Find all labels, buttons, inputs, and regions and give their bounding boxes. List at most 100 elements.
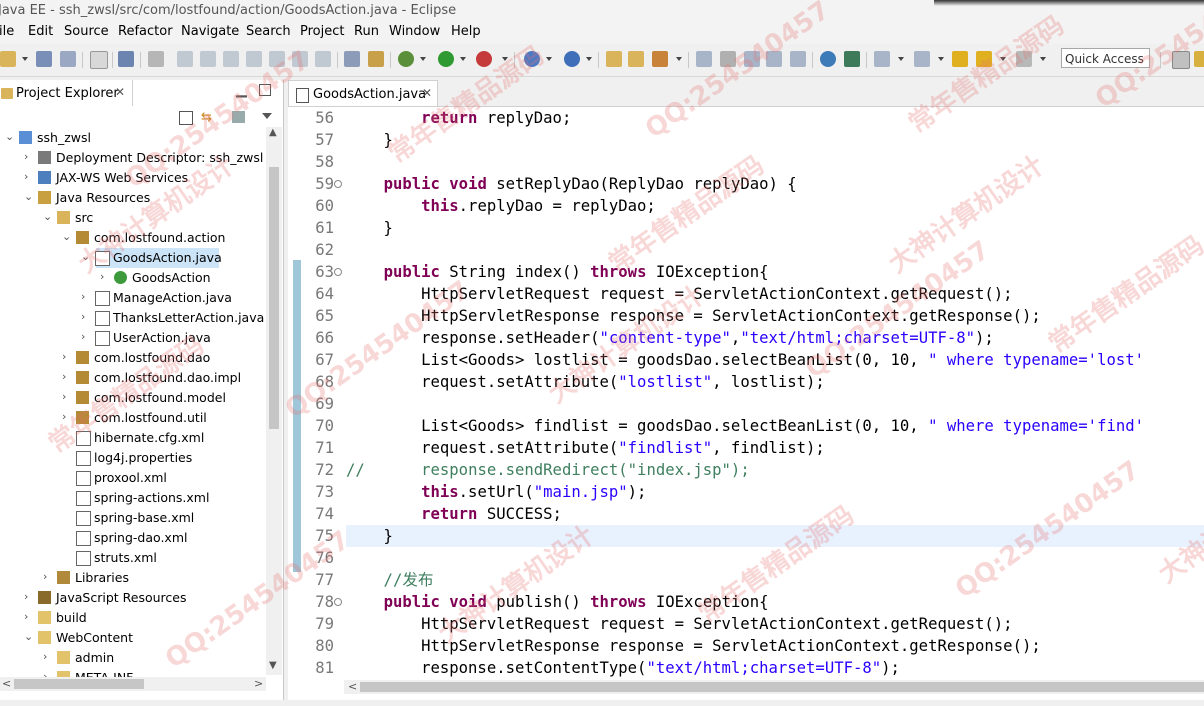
chevron-down-icon[interactable]: ⌄ <box>62 230 72 243</box>
code-line[interactable]: public void publish() throws IOException… <box>346 591 769 613</box>
run-icon[interactable] <box>438 51 454 67</box>
chevron-right-icon[interactable]: › <box>100 270 110 283</box>
tree-item[interactable]: hibernate.cfg.xml <box>0 428 266 448</box>
last-edit-location-icon[interactable] <box>952 51 968 67</box>
code-line[interactable]: request.setAttribute("findlist", findlis… <box>346 437 825 459</box>
menu-refactor[interactable]: Refactor <box>118 24 173 39</box>
menu-search[interactable]: Search <box>246 24 291 39</box>
tree-item[interactable]: struts.xml <box>0 548 266 568</box>
chevron-down-icon[interactable] <box>420 57 426 61</box>
tree-item[interactable]: › JavaScript Resources <box>0 588 266 608</box>
chevron-right-icon[interactable]: › <box>24 590 34 603</box>
menu-run[interactable]: Run <box>354 24 379 39</box>
code-line[interactable]: public String index() throws IOException… <box>346 261 769 283</box>
menu-window[interactable]: Window <box>389 24 440 39</box>
chevron-right-icon[interactable]: › <box>81 310 91 323</box>
code-line[interactable]: request.setAttribute("lostlist", lostlis… <box>346 371 825 393</box>
editor-hscroll-thumb[interactable] <box>360 682 1204 692</box>
toggle-mark-occurrences-icon[interactable] <box>696 51 712 67</box>
menu-source[interactable]: Source <box>64 24 109 39</box>
explorer-hscroll-thumb[interactable] <box>14 679 144 689</box>
tree-item[interactable]: ⌄ Java Resources <box>0 188 266 208</box>
drop-to-frame-icon[interactable] <box>344 51 360 67</box>
chevron-down-icon[interactable]: ⌄ <box>24 190 34 203</box>
block-selection-icon[interactable] <box>744 51 760 67</box>
tree-item[interactable]: › ManageAction.java <box>0 288 266 308</box>
tree-item[interactable]: › GoodsAction <box>0 268 266 288</box>
link-with-editor-icon[interactable]: ⇆ <box>201 110 212 125</box>
code-line[interactable]: return replyDao; <box>346 107 571 129</box>
chevron-right-icon[interactable]: › <box>24 170 34 183</box>
view-menu-icon[interactable] <box>262 113 272 119</box>
menu-edit[interactable]: Edit <box>28 24 53 39</box>
explorer-horizontal-scrollbar[interactable]: < > <box>0 677 266 691</box>
save-all-icon[interactable] <box>60 51 76 67</box>
minimize-icon[interactable]: ▁ <box>236 82 247 98</box>
chevron-left-icon[interactable]: < <box>2 677 11 690</box>
forward-icon[interactable] <box>1016 51 1032 67</box>
console-icon[interactable] <box>118 51 134 67</box>
terminate-icon[interactable] <box>223 51 239 67</box>
code-line[interactable]: return SUCCESS; <box>346 503 562 525</box>
chevron-right-icon[interactable]: › <box>24 150 34 163</box>
maximize-icon[interactable] <box>259 84 271 96</box>
suspend-icon[interactable] <box>200 51 216 67</box>
open-resource-icon[interactable] <box>628 51 644 67</box>
chevron-right-icon[interactable]: › <box>62 350 72 363</box>
chevron-down-icon[interactable]: ⌄ <box>24 630 34 643</box>
chevron-right-icon[interactable]: › <box>62 370 72 383</box>
tree-item[interactable]: proxool.xml <box>0 468 266 488</box>
chevron-down-icon[interactable] <box>502 57 508 61</box>
quick-access-input[interactable]: Quick Access <box>1061 48 1150 68</box>
chevron-down-icon[interactable]: ⌄ <box>81 250 91 263</box>
code-line[interactable]: response.setHeader("content-type","text/… <box>346 327 994 349</box>
open-perspective-icon[interactable] <box>1172 51 1190 69</box>
tree-item[interactable]: › admin <box>0 648 266 668</box>
tree-item[interactable]: ⌄ GoodsAction.java <box>81 248 222 268</box>
menu-file[interactable]: ile <box>0 24 14 39</box>
chevron-down-icon[interactable] <box>460 57 466 61</box>
chevron-right-icon[interactable]: › <box>43 570 53 583</box>
tree-item[interactable]: › JAX-WS Web Services <box>0 168 266 188</box>
tree-item[interactable]: ⌄ com.lostfound.action <box>0 228 266 248</box>
chevron-down-icon[interactable] <box>1040 57 1046 61</box>
chevron-down-icon[interactable] <box>1000 57 1006 61</box>
tree-item[interactable]: › Deployment Descriptor: ssh_zwsl <box>0 148 266 168</box>
step-over-icon[interactable] <box>292 51 308 67</box>
code-line[interactable]: List<Goods> findlist = goodsDao.selectBe… <box>346 415 1144 437</box>
next-annotation-icon[interactable] <box>874 51 890 67</box>
chevron-right-icon[interactable]: › <box>24 610 34 623</box>
menu-project[interactable]: Project <box>300 24 344 39</box>
new-java-class-icon[interactable] <box>564 51 580 67</box>
explorer-vscroll-thumb[interactable] <box>269 167 279 429</box>
disconnect-icon[interactable] <box>246 51 262 67</box>
code-line[interactable]: this.replyDao = replyDao; <box>346 195 656 217</box>
code-line[interactable]: HttpServletRequest request = ServletActi… <box>346 283 1012 305</box>
new-server-icon[interactable] <box>524 51 540 67</box>
code-line[interactable]: response.setContentType("text/html;chars… <box>346 657 900 679</box>
show-source-icon[interactable] <box>790 51 806 67</box>
tab-project-explorer[interactable]: Project Explorer ✕ <box>0 80 133 106</box>
code-line[interactable]: } <box>346 129 393 151</box>
tree-item[interactable]: ⌄ src <box>0 208 266 228</box>
chevron-down-icon[interactable] <box>938 57 944 61</box>
chevron-left-icon[interactable]: < <box>348 680 357 693</box>
tree-item[interactable]: spring-base.xml <box>0 508 266 528</box>
chevron-down-icon[interactable] <box>676 57 682 61</box>
show-whitespace-icon[interactable] <box>766 51 782 67</box>
code-line[interactable]: List<Goods> lostlist = goodsDao.selectBe… <box>346 349 1144 371</box>
binary-icon[interactable] <box>90 51 108 69</box>
chevron-right-icon[interactable]: › <box>81 290 91 303</box>
code-line[interactable]: } <box>346 217 393 239</box>
chevron-right-icon[interactable]: > <box>254 677 263 690</box>
chevron-down-icon[interactable] <box>898 57 904 61</box>
chevron-down-icon[interactable]: ⌄ <box>43 210 53 223</box>
chevron-up-icon[interactable]: ▲ <box>269 127 277 138</box>
external-tools-icon[interactable] <box>476 51 492 67</box>
previous-annotation-icon[interactable] <box>914 51 930 67</box>
chevron-right-icon[interactable]: › <box>43 650 53 663</box>
resume-icon[interactable] <box>177 51 193 67</box>
view-filters-icon[interactable] <box>232 111 245 123</box>
step-into-icon[interactable] <box>269 51 285 67</box>
code-line[interactable]: this.setUrl("main.jsp"); <box>346 481 646 503</box>
